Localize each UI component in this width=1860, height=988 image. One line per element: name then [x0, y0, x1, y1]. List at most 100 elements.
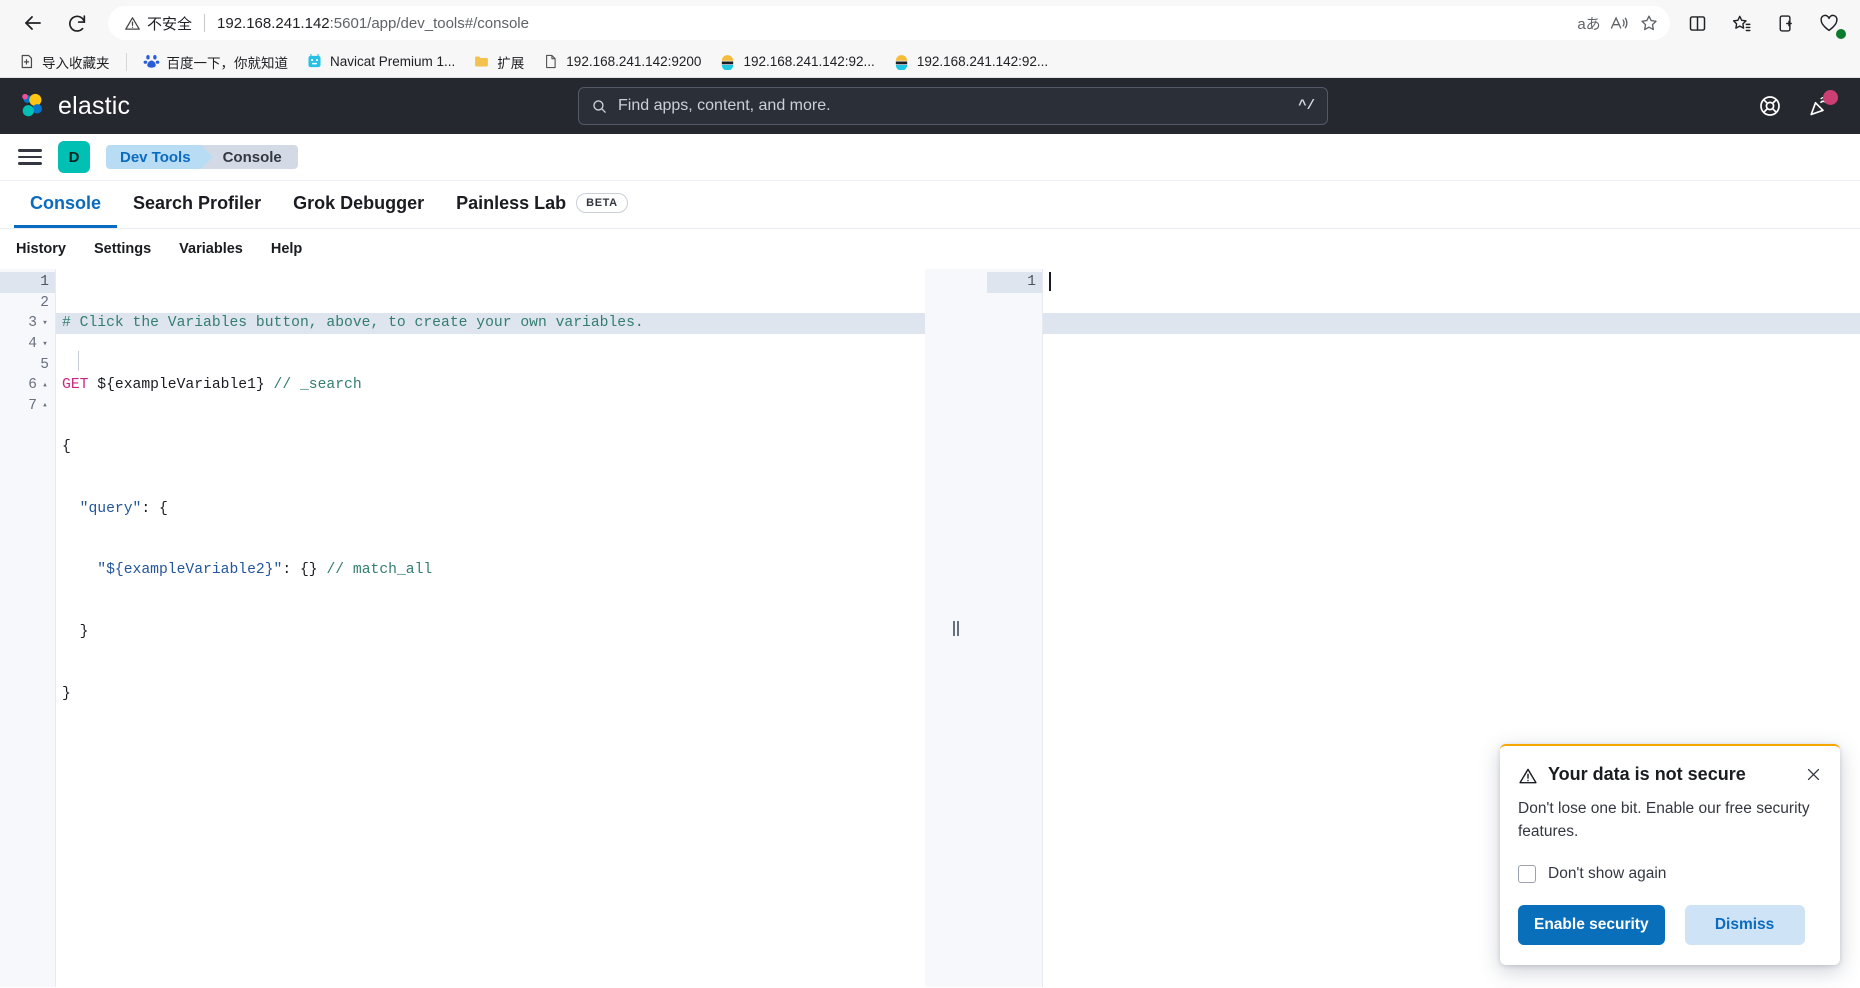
search-shortcut-hint: ^/	[1298, 98, 1315, 114]
menu-bar-3	[18, 162, 42, 165]
url-path: :5601/app/dev_tools#/console	[329, 14, 529, 32]
code-line: {	[62, 438, 71, 455]
fold-marker[interactable]: ▾	[41, 318, 49, 328]
read-aloud-icon[interactable]	[1604, 8, 1634, 38]
space-avatar[interactable]: D	[58, 141, 90, 173]
tab-painless-lab[interactable]: Painless Lab BETA	[440, 181, 644, 228]
split-screen-icon[interactable]	[1680, 6, 1714, 40]
code-line: }	[62, 624, 89, 641]
breadcrumb-bar: D Dev Tools Console	[0, 134, 1860, 181]
url-text: 192.168.241.142:5601/app/dev_tools#/cons…	[217, 15, 1574, 32]
security-indicator[interactable]: 不安全	[124, 13, 192, 34]
enable-security-button[interactable]: Enable security	[1518, 905, 1665, 945]
line-number: 2	[40, 294, 49, 311]
baidu-icon	[143, 54, 159, 68]
console-subnav: History Settings Variables Help	[0, 229, 1860, 269]
browser-essentials-icon[interactable]	[1812, 6, 1846, 40]
bookmark-import[interactable]: 导入收藏夹	[10, 48, 118, 76]
breadcrumb-item-console[interactable]: Console	[198, 145, 298, 169]
close-icon[interactable]	[1805, 766, 1822, 788]
tab-console[interactable]: Console	[14, 181, 118, 228]
line-number: 5	[40, 356, 49, 373]
console-editors: 1 2 3 ▾ 4 ▾ 5 6 ▴ 7 ▴ # Click the Variables …	[0, 269, 1860, 987]
json-key: "${exampleVariable2}"	[97, 562, 283, 579]
url-host: 192.168.241.142	[217, 14, 330, 32]
warning-triangle-icon	[1519, 768, 1537, 784]
bookmark-label: Navicat Premium 1...	[330, 54, 456, 69]
bookmark-kibana-2[interactable]: 192.168.241.142:92...	[885, 49, 1056, 74]
subnav-settings[interactable]: Settings	[94, 241, 151, 257]
editor-splitter[interactable]	[925, 269, 987, 987]
nav-menu-toggle-button[interactable]	[18, 149, 42, 165]
dev-tools-tabs: Console Search Profiler Grok Debugger Pa…	[0, 181, 1860, 229]
subnav-history[interactable]: History	[16, 241, 66, 257]
text-caret	[1049, 272, 1051, 291]
dont-show-again-checkbox[interactable]	[1518, 865, 1536, 883]
bookmark-separator	[125, 52, 127, 71]
navicat-icon	[308, 53, 321, 68]
news-badge	[1823, 90, 1838, 105]
tab-grok-debugger[interactable]: Grok Debugger	[277, 181, 440, 228]
elastic-wordmark: elastic	[58, 91, 131, 120]
help-lifebuoy-icon[interactable]	[1758, 94, 1782, 118]
request-editor[interactable]: 1 2 3 ▾ 4 ▾ 5 6 ▴ 7 ▴ # Click the Variables …	[0, 269, 925, 987]
splitter-grip-icon	[953, 620, 959, 636]
search-icon	[593, 99, 606, 113]
bookmark-navicat[interactable]: Navicat Premium 1...	[298, 49, 463, 74]
bookmark-kibana-1[interactable]: 192.168.241.142:92...	[711, 49, 882, 74]
header-right-actions	[1758, 90, 1842, 118]
bookmark-label: 扩展	[497, 55, 525, 71]
fold-marker[interactable]: ▾	[41, 339, 49, 349]
news-announcement-icon[interactable]	[1808, 90, 1838, 118]
line-number: 3	[28, 315, 37, 332]
bookmark-label: 192.168.241.142:92...	[916, 54, 1049, 69]
response-editor-gutter: 1	[987, 269, 1043, 987]
tab-label: Grok Debugger	[293, 192, 425, 213]
address-bar[interactable]: 不安全 192.168.241.142:5601/app/dev_tools#/…	[108, 6, 1670, 40]
bookmark-label: 192.168.241.142:9200	[566, 54, 702, 69]
code-line: "query": {	[56, 499, 925, 520]
page-icon	[546, 54, 556, 69]
request-editor-code[interactable]: # Click the Variables button, above, to …	[56, 269, 925, 987]
back-button[interactable]	[14, 4, 52, 42]
elastic-logo-link[interactable]: elastic	[18, 91, 130, 121]
fold-marker[interactable]: ▴	[41, 380, 49, 390]
subnav-variables[interactable]: Variables	[179, 241, 243, 257]
toast-header: Your data is not secure	[1518, 764, 1822, 788]
subnav-help[interactable]: Help	[271, 241, 302, 257]
inline-comment: // match_all	[326, 562, 433, 579]
toast-title: Your data is not secure	[1548, 764, 1746, 785]
favorite-star-icon[interactable]	[1634, 8, 1664, 38]
fold-marker[interactable]: ▴	[41, 401, 49, 410]
bookmark-es-9200[interactable]: 192.168.241.142:9200	[534, 49, 709, 74]
http-method: GET	[62, 376, 89, 393]
translate-icon[interactable]: aあ	[1574, 8, 1604, 38]
code-line: # Click the Variables button, above, to …	[56, 313, 925, 334]
dont-show-again-label: Don't show again	[1548, 865, 1667, 882]
tab-search-profiler[interactable]: Search Profiler	[117, 181, 277, 228]
request-editor-gutter: 1 2 3 ▾ 4 ▾ 5 6 ▴ 7 ▴	[0, 269, 56, 987]
global-search-placeholder: Find apps, content, and more.	[618, 97, 831, 114]
collections-icon[interactable]	[1724, 6, 1758, 40]
toast-body-text: Don't lose one bit. Enable our free secu…	[1518, 800, 1810, 840]
kibana-icon	[722, 55, 734, 70]
bookmark-label: 192.168.241.142:92...	[743, 54, 875, 69]
dont-show-again-row[interactable]: Don't show again	[1518, 865, 1822, 883]
reload-button[interactable]	[58, 4, 96, 42]
security-label: 不安全	[147, 15, 193, 33]
line-number: 4	[28, 336, 37, 353]
tab-label: Console	[30, 192, 102, 213]
gutter-line: 2	[0, 293, 55, 314]
bookmark-extensions[interactable]: 扩展	[465, 48, 532, 76]
bookmark-baidu[interactable]: 百度一下，你就知道	[135, 48, 297, 76]
breadcrumb-item-dev-tools[interactable]: Dev Tools	[106, 145, 213, 169]
kibana-app: elastic Find apps, content, and more. ^/	[0, 78, 1860, 987]
code-line: "${exampleVariable2}": {} // match_all	[56, 560, 925, 581]
add-tab-group-icon[interactable]	[1768, 6, 1802, 40]
code-line	[1043, 313, 1860, 334]
inline-comment: // _search	[273, 376, 362, 393]
dismiss-button[interactable]: Dismiss	[1684, 905, 1805, 945]
global-search-input[interactable]: Find apps, content, and more. ^/	[578, 87, 1328, 125]
